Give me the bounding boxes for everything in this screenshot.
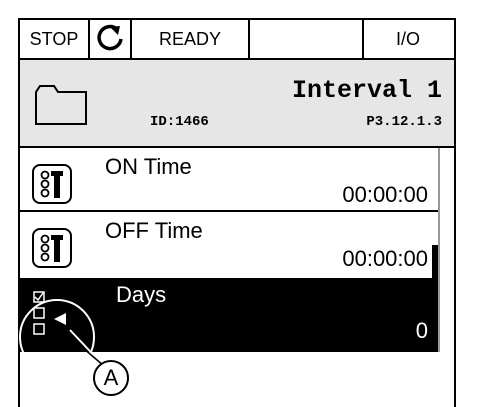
list-item-value: 0	[415, 318, 428, 343]
scrollbar-thumb[interactable]	[432, 245, 438, 307]
parameter-path: P3.12.1.3	[366, 114, 442, 130]
folder-icon	[35, 85, 87, 125]
list-item-label: OFF Time	[105, 218, 203, 243]
status-bar: STOP READY I/O	[20, 20, 454, 60]
list-item-off-time[interactable]: OFF Time 00:00:00	[20, 212, 438, 280]
list-item-value: 00:00:00	[342, 246, 428, 271]
parameter-icon	[32, 164, 72, 204]
menu-header: Interval 1 ID:1466 P3.12.1.3	[20, 60, 454, 148]
status-stop: STOP	[20, 20, 90, 58]
parameter-id: ID:1466	[150, 114, 209, 130]
status-ready: READY	[132, 20, 250, 58]
parameter-icon	[32, 228, 72, 268]
status-empty	[250, 20, 364, 58]
callout-highlight-circle	[19, 299, 95, 375]
rotate-icon	[90, 20, 132, 58]
callout-label: A	[93, 360, 129, 396]
list-item-value: 00:00:00	[342, 182, 428, 207]
list-item-on-time[interactable]: ON Time 00:00:00	[20, 148, 438, 216]
list-item-label: Days	[116, 282, 167, 307]
page-title: Interval 1	[291, 76, 442, 105]
status-io: I/O	[395, 28, 420, 49]
list-item-label: ON Time	[105, 154, 192, 179]
scrollbar-track[interactable]	[438, 148, 440, 352]
